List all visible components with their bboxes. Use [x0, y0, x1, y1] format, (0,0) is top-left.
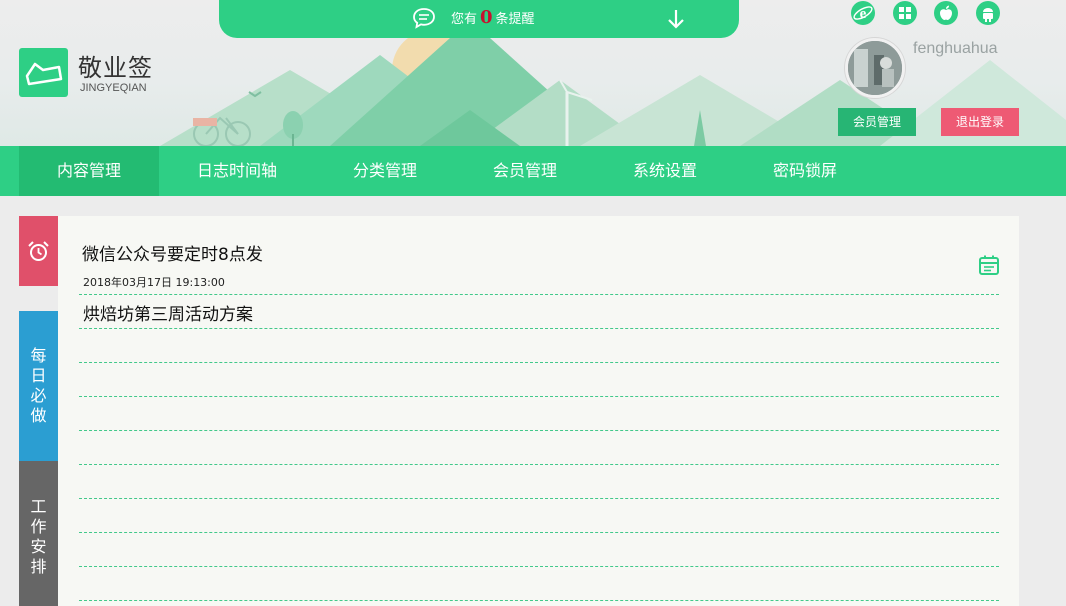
note-title[interactable]: 微信公众号要定时8点发 — [82, 240, 263, 265]
side-tab-work-schedule[interactable]: 工 作 安 排 — [19, 461, 58, 606]
notepad: 微信公众号要定时8点发 2018年03月17日 19:13:00 烘焙坊第三周活… — [58, 216, 1019, 606]
ruled-line — [79, 464, 999, 465]
note-date: 2018年03月17日 19:13:00 — [83, 276, 225, 289]
daily-char-1: 每 — [30, 346, 47, 365]
arrow-down-icon[interactable] — [666, 8, 686, 30]
android-icon[interactable] — [976, 1, 1000, 25]
notice-bar[interactable]: 您有 0 条提醒 — [219, 0, 739, 38]
logo-icon — [25, 62, 63, 86]
calendar-icon[interactable] — [978, 254, 1000, 276]
nav-password-lock[interactable]: 密码锁屏 — [735, 146, 875, 196]
brand-name: 敬业签 — [78, 54, 153, 82]
nav-member-management[interactable]: 会员管理 — [455, 146, 595, 196]
avatar[interactable] — [845, 38, 905, 98]
main-nav: 内容管理 日志时间轴 分类管理 会员管理 系统设置 密码锁屏 — [0, 146, 1066, 196]
username: fenghuahua — [913, 40, 998, 57]
ruled-line — [79, 498, 999, 499]
header: 您有 0 条提醒 敬业签 JINGYEQIAN e fenghuahua 会员管… — [0, 0, 1066, 146]
ruled-line — [79, 396, 999, 397]
work-char-3: 安 — [30, 537, 47, 556]
side-tab-daily-label: 每 日 必 做 — [19, 346, 58, 426]
ruled-line — [79, 362, 999, 363]
nav-system-settings[interactable]: 系统设置 — [595, 146, 735, 196]
windows-icon[interactable] — [893, 1, 917, 25]
side-tab-daily-todo[interactable]: 每 日 必 做 — [19, 311, 58, 461]
ruled-line — [79, 328, 999, 329]
chat-bubble-icon — [413, 8, 435, 29]
member-management-button[interactable]: 会员管理 — [838, 108, 916, 136]
notice-suffix: 条提醒 — [495, 12, 535, 27]
nav-content-management[interactable]: 内容管理 — [19, 146, 159, 196]
ruled-line — [79, 430, 999, 431]
work-char-1: 工 — [30, 497, 47, 516]
daily-char-4: 做 — [30, 406, 47, 425]
logo[interactable] — [19, 48, 68, 97]
notice-count: 0 — [480, 7, 493, 28]
nav-log-timeline[interactable]: 日志时间轴 — [167, 146, 307, 196]
ruled-line — [79, 566, 999, 567]
ie-icon[interactable]: e — [851, 1, 875, 25]
work-char-2: 作 — [30, 517, 47, 536]
side-tab-alarm[interactable] — [19, 216, 58, 286]
logout-button[interactable]: 退出登录 — [941, 108, 1019, 136]
apple-icon[interactable] — [934, 1, 958, 25]
side-tab-work-label: 工 作 安 排 — [19, 497, 58, 577]
nav-category-management[interactable]: 分类管理 — [315, 146, 455, 196]
notice-text: 您有 0 条提醒 — [451, 9, 535, 29]
alarm-clock-icon — [28, 241, 49, 261]
brand-subtitle: JINGYEQIAN — [80, 82, 147, 94]
daily-char-2: 日 — [30, 366, 47, 385]
note-title[interactable]: 烘焙坊第三周活动方案 — [83, 300, 253, 325]
notice-prefix: 您有 — [451, 12, 478, 27]
ruled-line — [79, 294, 999, 295]
ruled-line — [79, 600, 999, 601]
work-char-4: 排 — [30, 557, 47, 576]
daily-char-3: 必 — [30, 386, 47, 405]
ruled-line — [79, 532, 999, 533]
